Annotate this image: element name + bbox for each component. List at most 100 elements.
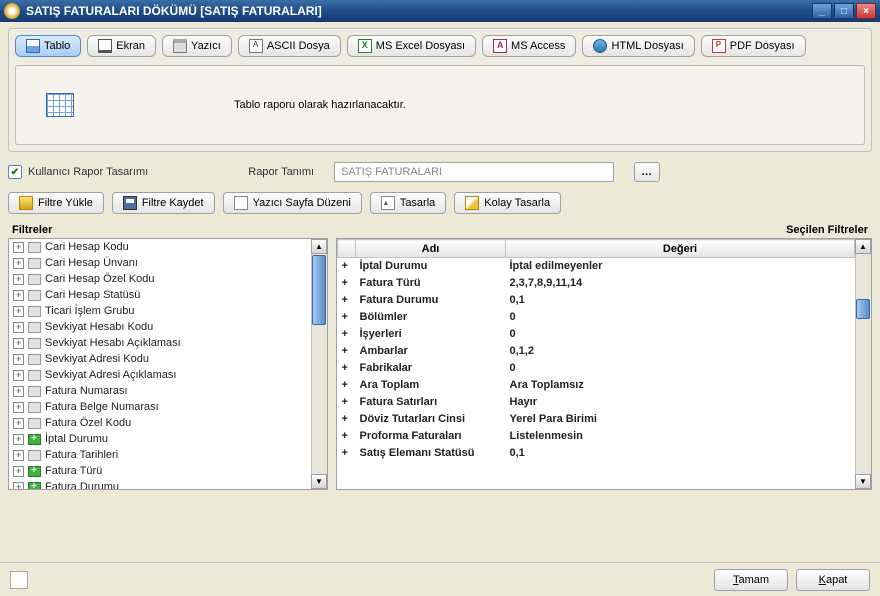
expand-icon[interactable]: + <box>338 377 356 394</box>
tab-yazici[interactable]: Yazıcı <box>162 35 232 57</box>
filter-item[interactable]: +İptal Durumu <box>9 431 327 447</box>
expand-icon[interactable]: + <box>13 386 24 397</box>
filter-item[interactable]: +Cari Hesap Kodu <box>9 239 327 255</box>
expand-icon[interactable]: + <box>13 306 24 317</box>
rapor-browse-button[interactable]: … <box>634 162 660 182</box>
filter-item[interactable]: +Fatura Özel Kodu <box>9 415 327 431</box>
btn-label: Kolay Tasarla <box>484 197 550 209</box>
inactive-filter-icon <box>28 242 41 253</box>
active-filter-icon <box>28 434 41 445</box>
filtre-yukle-button[interactable]: Filtre Yükle <box>8 192 104 214</box>
table-row[interactable]: +Satış Elemanı Statüsü0,1 <box>338 445 855 462</box>
inactive-filter-icon <box>28 338 41 349</box>
table-row[interactable]: +Bölümler0 <box>338 309 855 326</box>
expand-icon[interactable]: + <box>13 354 24 365</box>
filtreler-header: Filtreler <box>12 224 52 236</box>
filter-item[interactable]: +Cari Hesap Statüsü <box>9 287 327 303</box>
kapat-button[interactable]: Kapat <box>796 569 870 591</box>
filter-item[interactable]: +Sevkiyat Adresi Kodu <box>9 351 327 367</box>
rapor-tanim-input[interactable] <box>334 162 614 182</box>
tab-pdf[interactable]: PDF Dosyası <box>701 35 806 57</box>
table-row[interactable]: +İşyerleri0 <box>338 326 855 343</box>
expand-icon[interactable]: + <box>13 418 24 429</box>
expand-icon[interactable]: + <box>338 445 356 462</box>
expand-icon[interactable]: + <box>13 450 24 461</box>
filter-item[interactable]: +Fatura Tarihleri <box>9 447 327 463</box>
tasarla-button[interactable]: Tasarla <box>370 192 446 214</box>
kolay-tasarla-button[interactable]: Kolay Tasarla <box>454 192 561 214</box>
expand-icon[interactable]: + <box>13 370 24 381</box>
tab-tablo[interactable]: Tablo <box>15 35 81 57</box>
maximize-button[interactable]: □ <box>834 3 854 19</box>
scroll-up-icon[interactable]: ▲ <box>855 239 871 254</box>
tab-ascii[interactable]: ASCII Dosya <box>238 35 341 57</box>
filter-item[interactable]: +Sevkiyat Adresi Açıklaması <box>9 367 327 383</box>
table-preview-icon <box>46 93 74 117</box>
table-row[interactable]: +Ara ToplamAra Toplamsız <box>338 377 855 394</box>
expand-icon[interactable]: + <box>13 322 24 333</box>
col-degeri[interactable]: Değeri <box>506 240 855 258</box>
expand-icon[interactable]: + <box>338 309 356 326</box>
scroll-thumb[interactable] <box>856 299 870 319</box>
expand-icon[interactable]: + <box>13 290 24 301</box>
table-row[interactable]: +Fatura SatırlarıHayır <box>338 394 855 411</box>
expand-icon[interactable]: + <box>338 428 356 445</box>
filter-value: 0 <box>506 309 855 326</box>
expand-icon[interactable]: + <box>13 338 24 349</box>
expand-icon[interactable]: + <box>13 402 24 413</box>
tab-access[interactable]: MS Access <box>482 35 576 57</box>
inactive-filter-icon <box>28 290 41 301</box>
filter-item[interactable]: + Sevkiyat Hesabı Kodu <box>9 319 327 335</box>
expand-icon[interactable]: + <box>338 343 356 360</box>
open-icon <box>19 196 33 210</box>
minimize-button[interactable]: _ <box>812 3 832 19</box>
filter-item[interactable]: +Cari Hesap Ünvanı <box>9 255 327 271</box>
tab-html[interactable]: HTML Dosyası <box>582 35 694 57</box>
tamam-button[interactable]: Tamam <box>714 569 788 591</box>
filter-name: Ara Toplam <box>356 377 506 394</box>
expand-icon[interactable]: + <box>338 411 356 428</box>
expand-icon[interactable]: + <box>338 275 356 292</box>
filtre-kaydet-button[interactable]: Filtre Kaydet <box>112 192 215 214</box>
tab-excel[interactable]: MS Excel Dosyası <box>347 35 476 57</box>
expand-icon[interactable]: + <box>338 258 356 275</box>
tab-ekran[interactable]: Ekran <box>87 35 156 57</box>
expand-icon[interactable]: + <box>13 274 24 285</box>
user-report-design-checkbox[interactable] <box>8 165 22 179</box>
expand-icon[interactable]: + <box>13 434 24 445</box>
sayfa-duzeni-button[interactable]: Yazıcı Sayfa Düzeni <box>223 192 362 214</box>
scroll-thumb[interactable] <box>312 255 326 325</box>
filter-item[interactable]: +Fatura Türü <box>9 463 327 479</box>
filter-item[interactable]: +Fatura Numarası <box>9 383 327 399</box>
expand-icon[interactable]: + <box>13 242 24 253</box>
table-row[interactable]: +Fatura Türü2,3,7,8,9,11,14 <box>338 275 855 292</box>
table-row[interactable]: +Döviz Tutarları CinsiYerel Para Birimi <box>338 411 855 428</box>
expand-icon[interactable]: + <box>13 258 24 269</box>
expand-icon[interactable]: + <box>13 482 24 491</box>
table-row[interactable]: +Proforma FaturalarıListelenmesin <box>338 428 855 445</box>
close-button[interactable]: × <box>856 3 876 19</box>
col-adi[interactable]: Adı <box>356 240 506 258</box>
filter-item[interactable]: +Cari Hesap Özel Kodu <box>9 271 327 287</box>
filter-item[interactable]: +Fatura Belge Numarası <box>9 399 327 415</box>
scroll-down-icon[interactable]: ▼ <box>311 474 327 489</box>
inactive-filter-icon <box>28 418 41 429</box>
scroll-down-icon[interactable]: ▼ <box>855 474 871 489</box>
expand-icon[interactable]: + <box>338 326 356 343</box>
filter-item[interactable]: +Fatura Durumu <box>9 479 327 490</box>
expand-icon[interactable]: + <box>338 292 356 309</box>
expand-icon[interactable]: + <box>338 360 356 377</box>
filter-item[interactable]: +Sevkiyat Hesabı Açıklaması <box>9 335 327 351</box>
table-row[interactable]: +İptal Durumuİptal edilmeyenler <box>338 258 855 275</box>
table-row[interactable]: +Fatura Durumu0,1 <box>338 292 855 309</box>
filter-label: Sevkiyat Hesabı Kodu <box>45 321 153 333</box>
table-row[interactable]: +Ambarlar0,1,2 <box>338 343 855 360</box>
filter-item[interactable]: +Ticari İşlem Grubu <box>9 303 327 319</box>
scroll-up-icon[interactable]: ▲ <box>311 239 327 254</box>
scrollbar[interactable]: ▲ ▼ <box>311 239 327 489</box>
scrollbar[interactable]: ▲ ▼ <box>855 239 871 489</box>
blank-page-icon[interactable] <box>10 571 28 589</box>
table-row[interactable]: +Fabrikalar0 <box>338 360 855 377</box>
expand-icon[interactable]: + <box>338 394 356 411</box>
expand-icon[interactable]: + <box>13 466 24 477</box>
